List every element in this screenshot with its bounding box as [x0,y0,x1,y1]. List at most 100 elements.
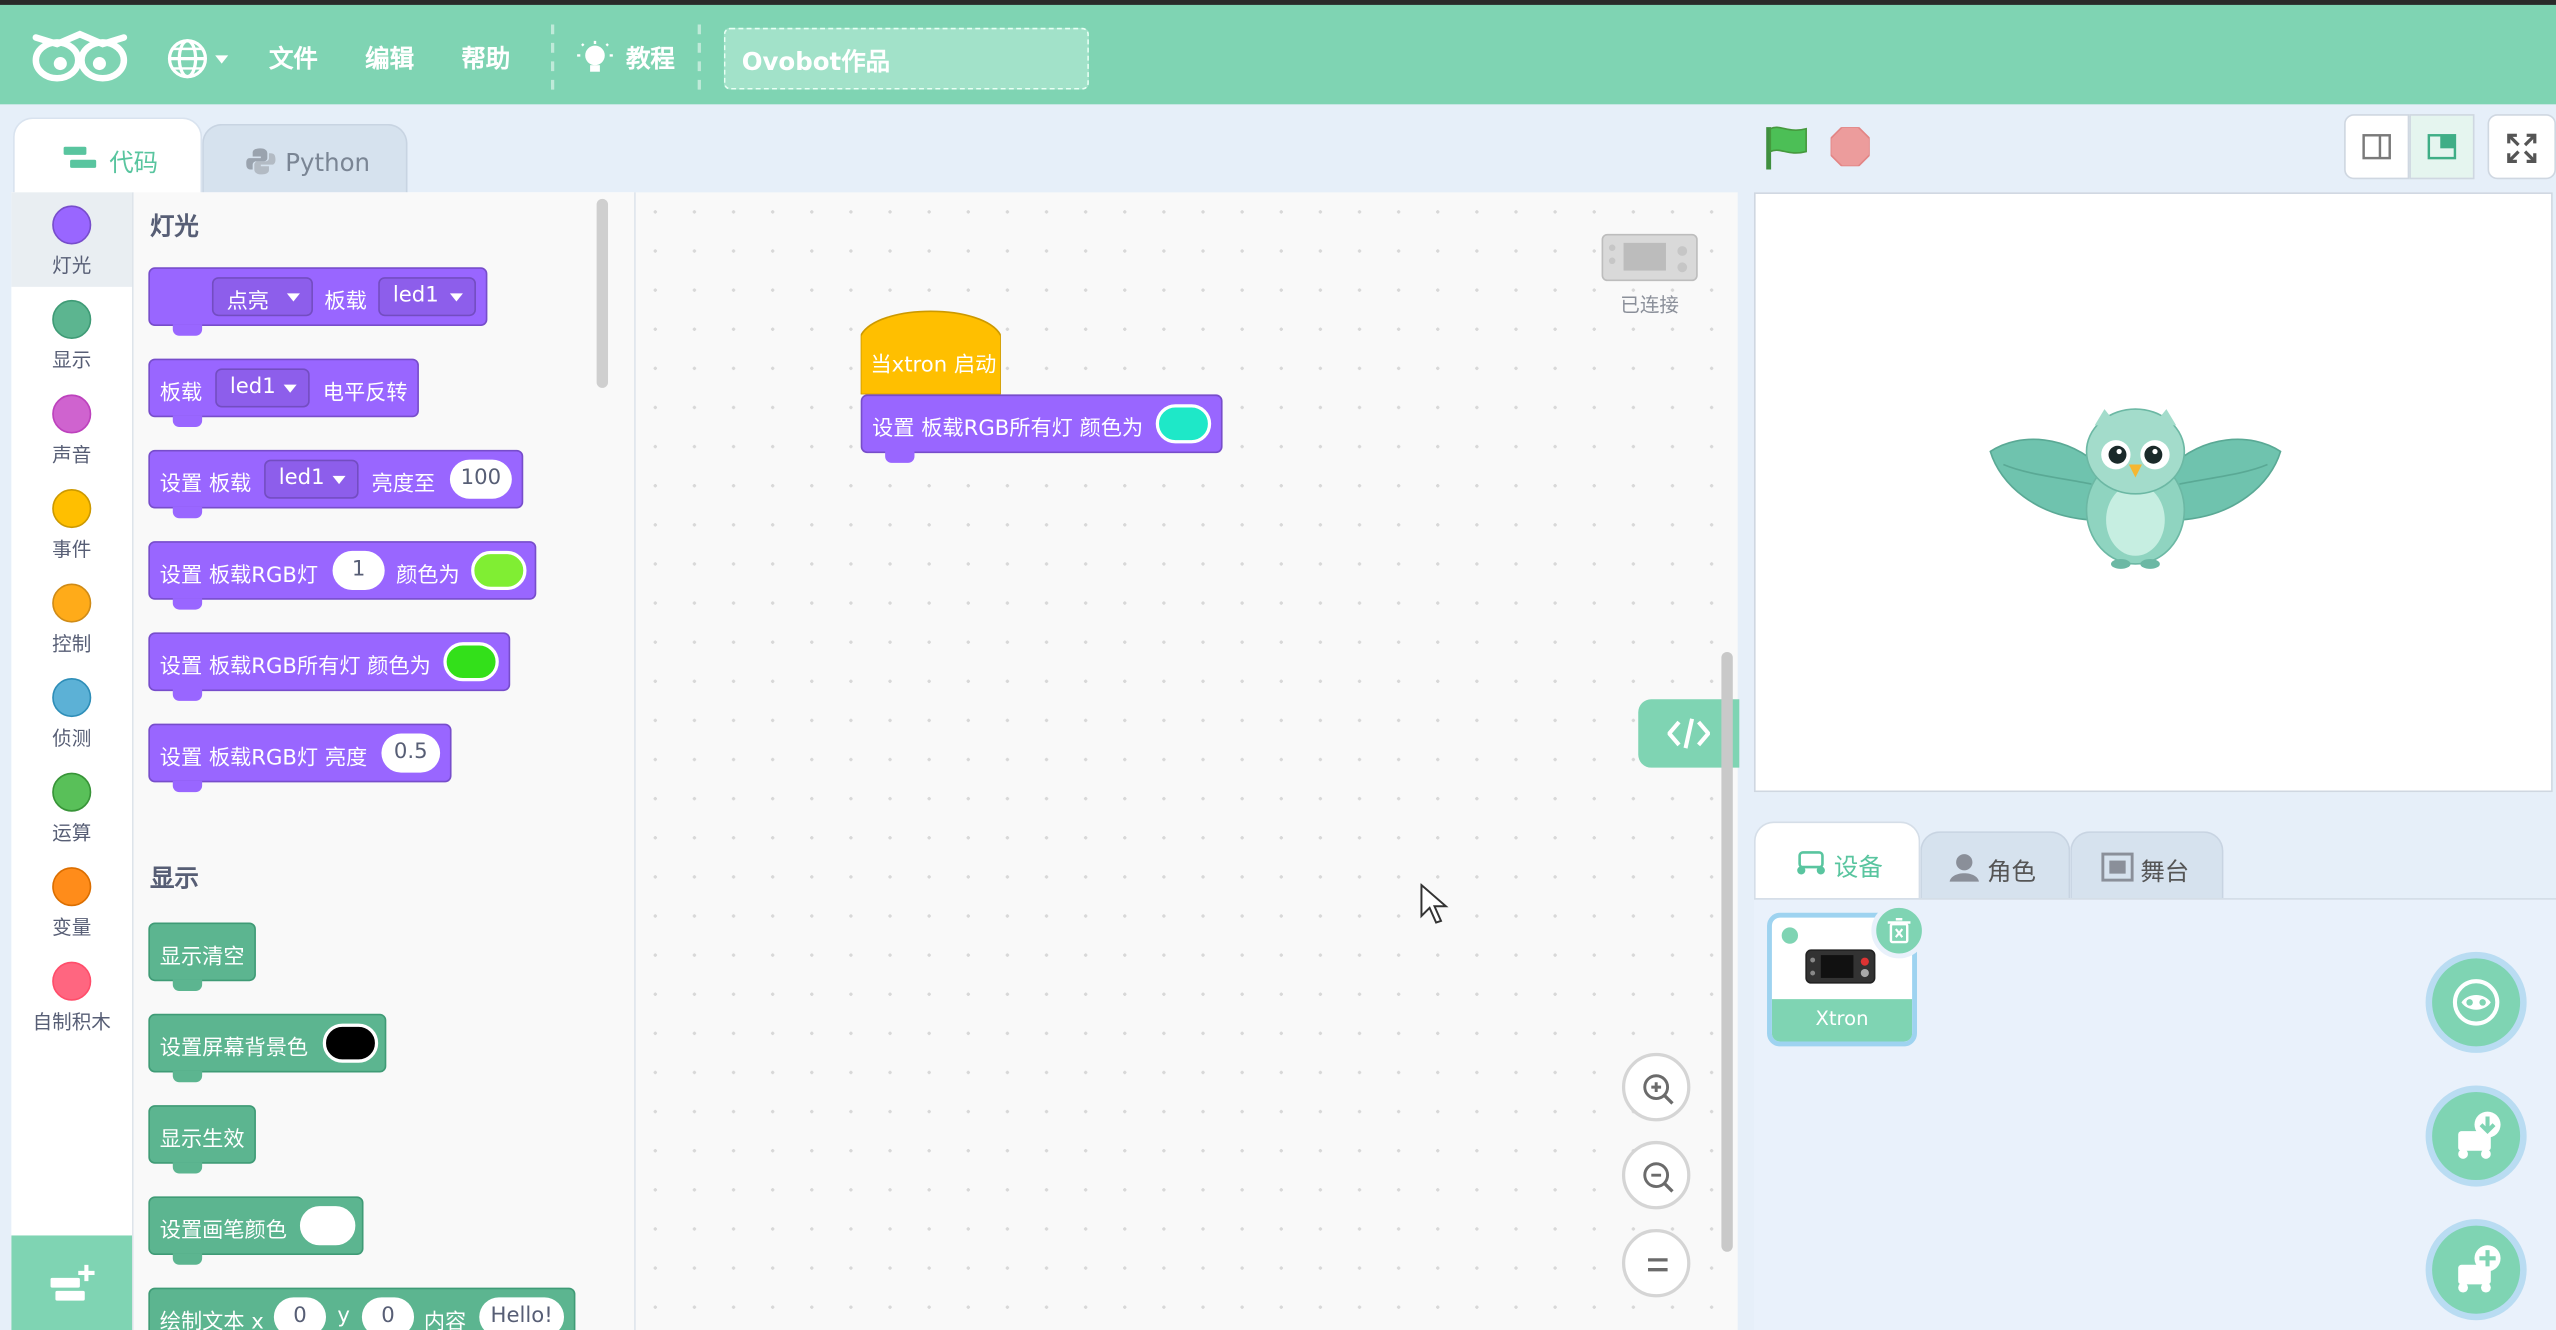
block-text: 显示生效 [159,1127,245,1153]
block-palette: 灯光 点亮 板载 led1 板载 led1 电平反转 设置 板载 led1 亮度… [133,192,635,1330]
block-screen-bg-color[interactable]: 设置屏幕背景色 [148,1013,387,1083]
language-globe-icon[interactable] [166,37,231,79]
workspace-scrollbar[interactable] [1721,651,1733,1252]
category-my-blocks[interactable]: 自制积木 [11,949,132,1044]
category-events[interactable]: 事件 [11,476,132,571]
color-swatch[interactable] [471,550,527,591]
block-notch [172,979,203,991]
category-light[interactable]: 灯光 [11,192,133,287]
block-led-on[interactable]: 点亮 板载 led1 [148,267,488,336]
tab-code[interactable]: 代码 [13,117,203,196]
fullscreen-button[interactable] [2487,114,2556,180]
rgb-brightness-input[interactable]: 0.5 [381,733,441,773]
menu-bar: 文件 编辑 帮助 教程 Ovobot作品 [0,0,2556,105]
category-label: 显示 [52,348,92,372]
brightness-input[interactable]: 100 [449,459,512,499]
hat-block-when-start[interactable]: 当xtron 启动 [870,347,996,378]
category-variables[interactable]: 变量 [11,854,132,949]
device-card-name: Xtron [1771,999,1913,1042]
block-notch [885,451,915,463]
small-stage-button[interactable] [2344,114,2410,180]
category-label: 自制积木 [32,1010,111,1034]
text-y-input[interactable]: 0 [361,1297,415,1330]
zoom-in-icon [1643,1074,1674,1105]
zoom-reset-button[interactable] [1621,1228,1691,1298]
tab-python[interactable]: Python [202,123,408,196]
trash-icon [1887,918,1911,944]
normal-stage-button[interactable] [2409,114,2475,180]
category-sound[interactable]: 声音 [11,381,132,476]
block-display-apply[interactable]: 显示生效 [148,1105,256,1174]
block-pen-color[interactable]: 设置画笔颜色 [148,1196,364,1265]
category-sensing[interactable]: 侦测 [11,665,132,760]
device-board-icon[interactable] [1601,231,1699,283]
color-swatch[interactable] [299,1206,356,1246]
block-display-clear[interactable]: 显示清空 [148,922,256,991]
text-content-input[interactable]: Hello! [479,1297,565,1330]
zoom-in-button[interactable] [1621,1052,1691,1122]
block-led-toggle[interactable]: 板载 led1 电平反转 [148,358,419,428]
block-text: 设置 板载RGB灯 [159,563,319,589]
led-select-dropdown[interactable]: led1 [378,277,476,317]
block-rgb-brightness[interactable]: 设置 板载RGB灯 亮度 0.5 [148,723,452,793]
add-extension-icon [50,1264,95,1301]
block-text: 设置 板载RGB所有灯 颜色为 [872,417,1144,442]
led-action-dropdown[interactable]: 点亮 [211,277,313,317]
menu-divider [550,24,555,90]
stage-canvas[interactable] [1753,192,2553,793]
menu-help[interactable]: 帮助 [461,41,510,75]
code-workspace[interactable]: 已连接 当xtron 启动 设置 板载RGB所有灯 颜色为 [635,192,1740,1330]
block-draw-text[interactable]: 绘制文本 x 0 y 0 内容 Hello! [148,1287,576,1330]
color-swatch[interactable] [443,642,499,682]
green-flag-icon[interactable] [1764,124,1810,173]
category-display[interactable]: 显示 [11,287,132,382]
add-extension-button[interactable] [11,1235,133,1330]
ovobot-logo-icon[interactable] [29,24,130,89]
tab-sprite[interactable]: 角色 [1920,831,2071,900]
block-text: 电平反转 [322,381,408,406]
menu-tutorial[interactable]: 教程 [626,41,675,75]
block-text: 设置 板载RGB所有灯 颜色为 [159,655,431,680]
category-variables-dot [52,867,92,907]
block-notch [172,415,203,428]
stage-backdrop-icon [2101,852,2134,882]
category-events-dot [52,488,92,529]
rgb-index-input[interactable]: 1 [332,550,385,591]
palette-scrollbar[interactable] [596,198,609,388]
block-led-brightness[interactable]: 设置 板载 led1 亮度至 100 [148,449,524,519]
device-action-button[interactable] [2425,951,2527,1053]
block-text: 显示清空 [159,945,245,970]
stop-icon[interactable] [1830,127,1870,167]
owl-sprite-icon[interactable] [1987,403,2284,573]
category-control[interactable]: 控制 [11,570,132,665]
block-text: 设置 板载 [159,472,252,498]
block-text: 板载 [324,290,367,315]
tab-stage[interactable]: 舞台 [2070,831,2224,900]
zoom-out-button[interactable] [1621,1140,1691,1210]
block-text: 板载 [159,381,203,406]
category-sound-dot [52,394,92,434]
project-title-input[interactable]: Ovobot作品 [723,27,1089,90]
led-select-dropdown[interactable]: led1 [264,459,359,499]
category-operators[interactable]: 运算 [11,760,132,855]
block-text: 设置 板载RGB灯 亮度 [159,746,368,771]
delete-device-button[interactable] [1871,902,1927,959]
color-swatch[interactable] [322,1023,379,1063]
block-notch [172,598,203,610]
device-add-icon [2458,1245,2501,1293]
text-x-input[interactable]: 0 [273,1297,327,1330]
download-device-button[interactable] [2425,1085,2527,1187]
led-select-dropdown[interactable]: led1 [215,368,310,408]
block-notch [172,506,203,519]
block-rgb-color[interactable]: 设置 板载RGB灯 1 颜色为 [148,541,537,610]
color-swatch[interactable] [1155,404,1212,444]
menu-edit[interactable]: 编辑 [365,41,414,75]
python-icon [246,148,276,175]
palette-section-light: 灯光 [149,211,199,242]
tab-device[interactable]: 设备 [1753,821,1921,900]
menu-file[interactable]: 文件 [269,41,318,75]
add-device-button[interactable] [2425,1219,2527,1321]
block-rgb-all-color[interactable]: 设置 板载RGB所有灯 颜色为 [148,632,511,701]
category-label: 声音 [52,443,92,467]
workspace-block-rgb-all-color[interactable]: 设置 板载RGB所有灯 颜色为 [860,394,1223,463]
